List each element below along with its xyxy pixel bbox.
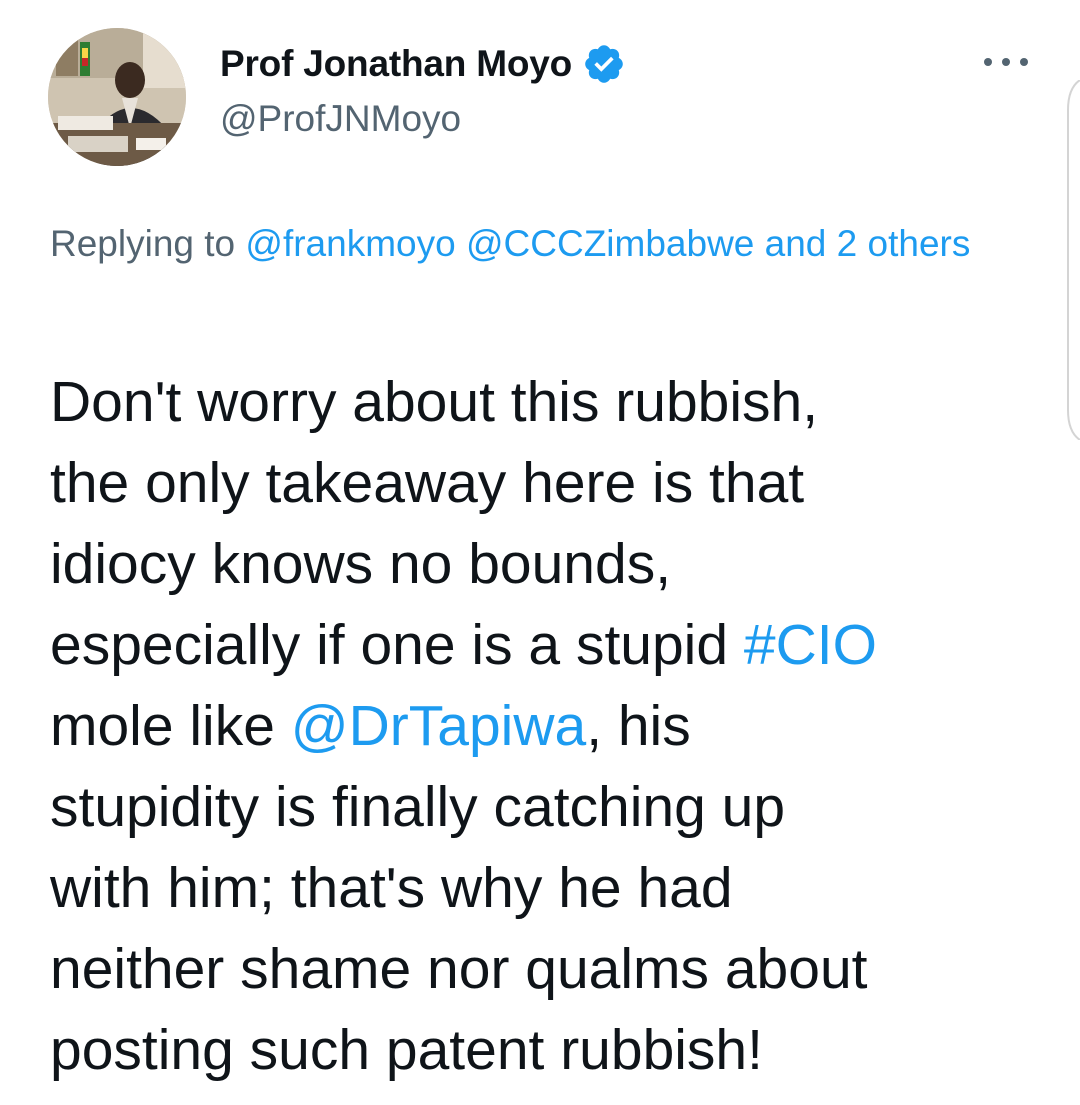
more-dot <box>984 58 992 66</box>
more-dot <box>1002 58 1010 66</box>
hashtag-cio[interactable]: #CIO <box>744 613 877 677</box>
author-handle[interactable]: @ProfJNMoyo <box>220 98 461 140</box>
tweet-card: Prof Jonathan Moyo @ProfJNMoyo Replying … <box>0 0 1080 1105</box>
author-name-row[interactable]: Prof Jonathan Moyo <box>220 40 626 88</box>
mention-ccczimbabwe[interactable]: @CCCZimbabwe <box>466 223 754 264</box>
tweet-text-segment: mole like <box>50 694 291 758</box>
tweet-line: posting such patent rubbish! <box>50 1018 763 1082</box>
mention-frankmoyo[interactable]: @frankmoyo <box>245 223 455 264</box>
avatar-photo <box>48 28 186 166</box>
tweet-text-segment: , his <box>586 694 691 758</box>
tweet-line: Don't worry about this rubbish, <box>50 370 819 434</box>
scroll-edge <box>1067 80 1080 440</box>
replying-to: Replying to @frankmoyo @CCCZimbabwe and … <box>50 216 1010 272</box>
avatar[interactable] <box>48 28 186 166</box>
tweet-text: Don't worry about this rubbish, the only… <box>50 362 1060 1091</box>
tweet-line: the only takeaway here is that <box>50 451 805 515</box>
and-others-link[interactable]: and 2 others <box>765 223 971 264</box>
replying-to-prefix: Replying to <box>50 223 246 264</box>
tweet-line: mole like @DrTapiwa, his <box>50 686 1060 767</box>
verified-badge-icon <box>585 45 623 83</box>
more-options-icon[interactable] <box>984 50 1028 74</box>
tweet-line: stupidity is finally catching up <box>50 775 786 839</box>
more-dot <box>1020 58 1028 66</box>
tweet-line: especially if one is a stupid #CIO <box>50 605 1060 686</box>
tweet-line: with him; that's why he had <box>50 856 733 920</box>
author-display-name[interactable]: Prof Jonathan Moyo <box>220 43 572 85</box>
tweet-line: idiocy knows no bounds, <box>50 532 672 596</box>
mention-drtapiwa[interactable]: @DrTapiwa <box>291 694 586 758</box>
tweet-line: neither shame nor qualms about <box>50 937 868 1001</box>
tweet-text-segment: especially if one is a stupid <box>50 613 744 677</box>
